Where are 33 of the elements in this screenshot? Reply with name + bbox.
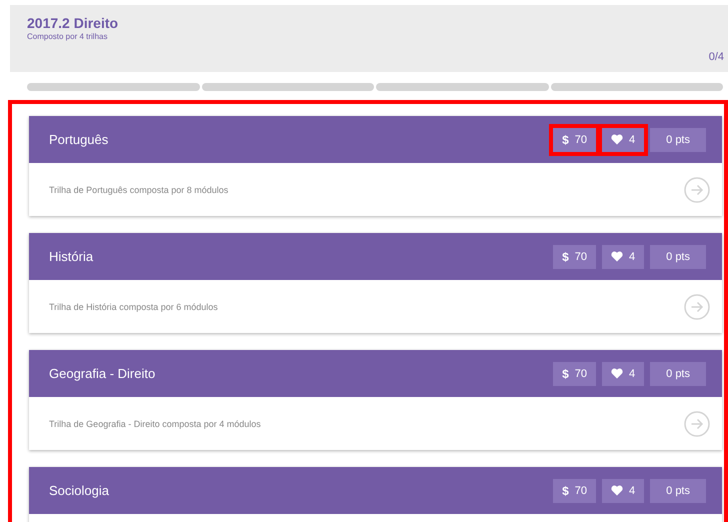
track-name: Geografia - Direito <box>49 366 156 381</box>
track-name: Sociologia <box>49 483 109 498</box>
heart-icon <box>611 251 624 262</box>
track-description: Trilha de Português composta por 8 módulos <box>49 184 228 194</box>
points-badge: 0 pts <box>650 244 706 268</box>
lives-badge: 4 <box>602 478 644 502</box>
points-badge: 0 pts <box>650 128 706 152</box>
points-badge: 0 pts <box>650 362 706 386</box>
coins-badge: $ 70 <box>553 478 596 502</box>
track-card[interactable]: Sociologia $ 70 4 0 pts <box>29 467 722 522</box>
track-card[interactable]: Português $ 70 4 0 pts Trilha de Português composta por 8 módulos <box>29 116 722 216</box>
track-description: Trilha de Geografia - Direito composta por 4 módulos <box>49 418 261 428</box>
heart-icon <box>611 368 624 379</box>
progress-count: 0/4 <box>708 51 724 63</box>
arrow-right-icon[interactable] <box>684 410 710 436</box>
heart-icon <box>611 485 624 496</box>
lives-badge: 4 <box>602 128 644 152</box>
heart-icon <box>611 134 624 145</box>
coins-badge: $ 70 <box>553 128 596 152</box>
arrow-right-icon[interactable] <box>684 294 710 320</box>
track-card[interactable]: Geografia - Direito $ 70 4 0 pts Trilha de Geografia - Direito composta por 4 módulos <box>29 350 722 450</box>
lives-badge: 4 <box>602 244 644 268</box>
arrow-right-icon[interactable] <box>684 176 710 202</box>
track-name: Português <box>49 132 108 147</box>
coins-badge: $ 70 <box>553 362 596 386</box>
course-title: 2017.2 Direito <box>27 15 118 31</box>
coins-badge: $ 70 <box>553 244 596 268</box>
points-badge: 0 pts <box>650 478 706 502</box>
course-subtitle: Composto por 4 trilhas <box>27 32 108 41</box>
track-description: Trilha de História composta por 6 módulos <box>49 302 218 312</box>
track-card[interactable]: História $ 70 4 0 pts Trilha de História composta por 6 módulos <box>29 233 722 333</box>
lives-badge: 4 <box>602 362 644 386</box>
track-name: História <box>49 249 94 264</box>
